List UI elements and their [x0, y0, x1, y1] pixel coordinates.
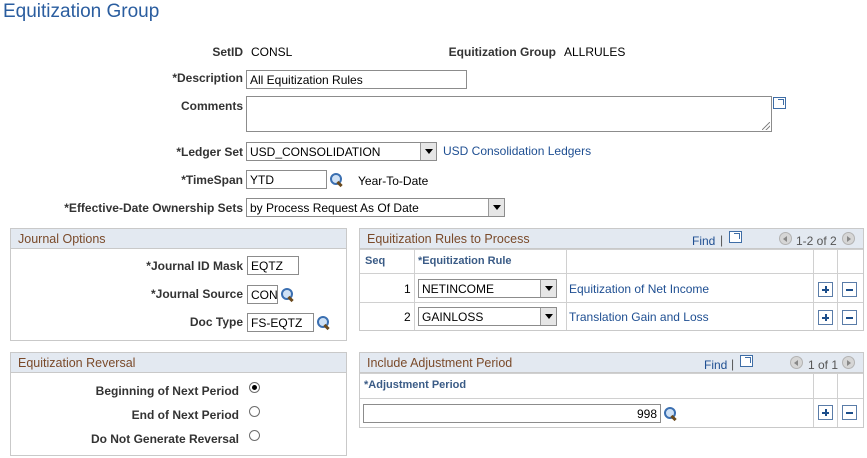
delete-row-button[interactable]	[842, 282, 857, 297]
group-value: ALLRULES	[564, 45, 626, 59]
chevron-down-icon	[420, 143, 436, 160]
rule-description-link[interactable]: Translation Gain and Loss	[569, 310, 709, 324]
journal-id-mask-input[interactable]: EQTZ	[247, 256, 299, 275]
reversal-option-label: End of Next Period	[131, 408, 239, 422]
reversal-option-label: Beginning of Next Period	[95, 384, 239, 398]
adjustment-grid-title: Include Adjustment Period	[367, 356, 513, 370]
adjustment-separator: |	[731, 357, 735, 371]
previous-icon[interactable]	[779, 232, 792, 245]
setid-value: CONSL	[251, 45, 293, 59]
chevron-down-icon	[540, 280, 556, 297]
chevron-down-icon	[540, 308, 556, 325]
setid-label: SetID	[212, 45, 243, 59]
rules-col-rule: *Equitization Rule	[418, 255, 512, 267]
ledger-set-value: USD_CONSOLIDATION	[250, 145, 381, 159]
timespan-label: *TimeSpan	[181, 173, 243, 187]
rule-select[interactable]: GAINLOSS	[418, 307, 557, 326]
journal-options-header: Journal Options	[11, 229, 346, 249]
comments-textarea[interactable]	[246, 96, 772, 132]
reversal-radio-end[interactable]	[249, 406, 260, 417]
timespan-description: Year-To-Date	[358, 174, 429, 188]
previous-icon[interactable]	[790, 356, 803, 369]
journal-options-title: Journal Options	[18, 232, 106, 246]
adjustment-period-input[interactable]: 998	[363, 404, 661, 423]
add-row-button[interactable]	[818, 310, 833, 325]
search-icon[interactable]	[328, 172, 344, 188]
adjustment-count: 1 of 1	[808, 358, 839, 372]
expand-comments-icon[interactable]	[773, 97, 786, 109]
view-all-icon[interactable]	[729, 231, 742, 243]
resize-grip-icon[interactable]	[762, 122, 770, 130]
rule-seq: 1	[404, 282, 411, 296]
reversal-option-label: Do Not Generate Reversal	[90, 432, 239, 446]
journal-source-label: *Journal Source	[150, 287, 243, 301]
reversal-radio-none[interactable]	[249, 430, 260, 441]
adjustment-grid-header: Include Adjustment Period	[360, 353, 863, 373]
search-icon[interactable]	[315, 315, 331, 331]
next-icon[interactable]	[842, 356, 855, 369]
chevron-down-icon	[488, 199, 504, 216]
adjustment-find-link[interactable]: Find	[704, 358, 727, 372]
rules-col-seq: Seq	[365, 255, 386, 267]
add-row-button[interactable]	[818, 282, 833, 297]
comments-label: Comments	[180, 99, 243, 113]
description-label: *Description	[172, 71, 243, 85]
reversal-header: Equitization Reversal	[11, 353, 346, 373]
ledger-set-label: *Ledger Set	[176, 145, 243, 159]
eff-date-select[interactable]: by Process Request As Of Date	[246, 198, 505, 217]
ledger-set-link[interactable]: USD Consolidation Ledgers	[443, 144, 591, 158]
doc-type-label: Doc Type	[189, 315, 243, 329]
delete-row-button[interactable]	[842, 405, 857, 420]
timespan-input[interactable]: YTD	[246, 170, 327, 189]
rules-separator: |	[720, 233, 724, 247]
rule-select[interactable]: NETINCOME	[418, 279, 557, 298]
adjustment-col-period: *Adjustment Period	[364, 379, 467, 391]
reversal-radio-beginning[interactable]	[249, 382, 260, 393]
next-icon[interactable]	[842, 232, 855, 245]
search-icon[interactable]	[279, 287, 295, 303]
reversal-title: Equitization Reversal	[18, 356, 136, 370]
ledger-set-select[interactable]: USD_CONSOLIDATION	[246, 142, 437, 161]
rules-find-link[interactable]: Find	[692, 234, 715, 248]
group-label: Equitization Group	[448, 45, 556, 59]
eff-date-label: *Effective-Date Ownership Sets	[64, 201, 243, 215]
rules-count: 1-2 of 2	[796, 234, 837, 248]
eff-date-value: by Process Request As Of Date	[250, 201, 419, 215]
description-input[interactable]: All Equitization Rules	[246, 70, 467, 89]
rule-description-link[interactable]: Equitization of Net Income	[569, 282, 709, 296]
rule-value: NETINCOME	[422, 282, 494, 296]
rules-grid-title: Equitization Rules to Process	[367, 232, 530, 246]
add-row-button[interactable]	[818, 405, 833, 420]
doc-type-input[interactable]: FS-EQTZ	[247, 313, 314, 332]
rule-value: GAINLOSS	[422, 310, 484, 324]
journal-id-mask-label: *Journal ID Mask	[146, 259, 243, 273]
rule-seq: 2	[404, 310, 411, 324]
journal-source-input[interactable]: CON	[247, 285, 278, 304]
delete-row-button[interactable]	[842, 310, 857, 325]
view-all-icon[interactable]	[740, 355, 753, 367]
search-icon[interactable]	[662, 406, 678, 422]
page-title: Equitization Group	[3, 1, 160, 22]
